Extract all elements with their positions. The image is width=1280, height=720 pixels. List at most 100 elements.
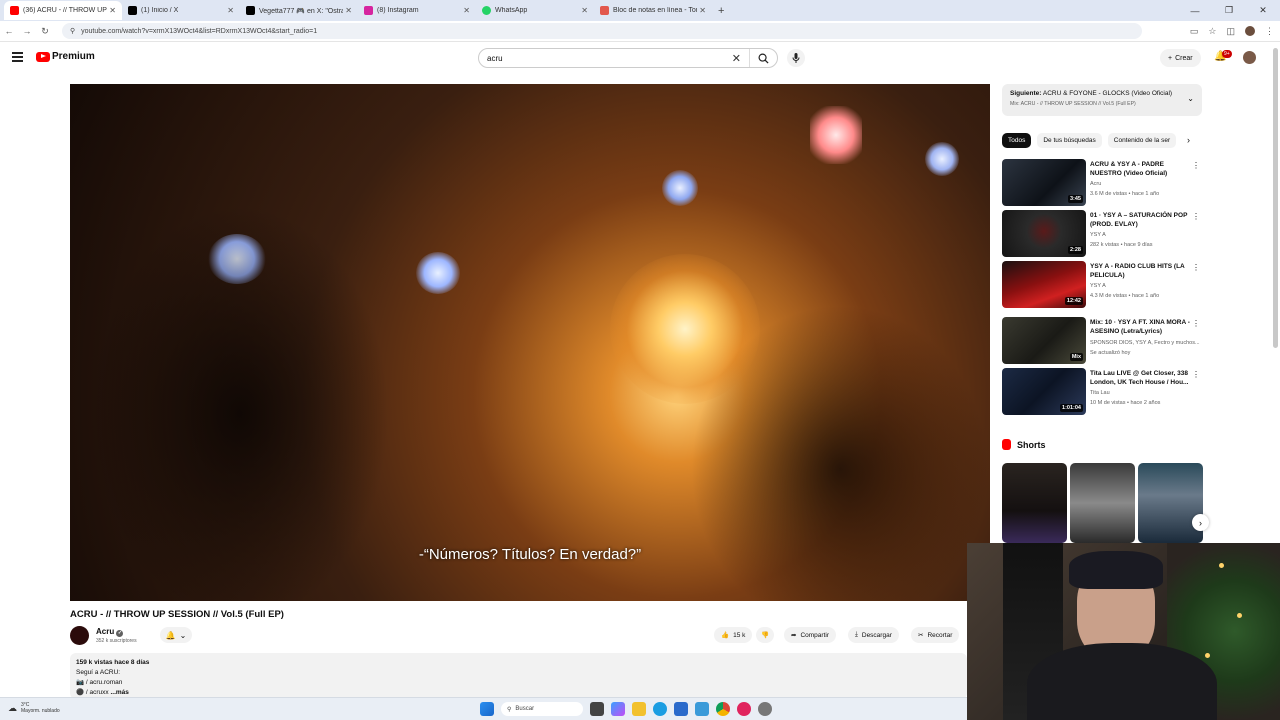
create-button[interactable]: + Crear bbox=[1160, 49, 1201, 67]
shorts-next-arrow-icon[interactable]: › bbox=[1192, 514, 1209, 531]
recommended-video[interactable]: 3:45 ACRU & YSY A - PADRE NUESTRO (Video… bbox=[1002, 159, 1202, 207]
profile-avatar-icon[interactable] bbox=[1245, 26, 1255, 36]
browser-tab-whatsapp[interactable]: WhatsApp ✕ bbox=[476, 1, 594, 20]
video-thumbnail[interactable]: Mix bbox=[1002, 317, 1086, 364]
channel-name-link[interactable]: Acru ✓ bbox=[96, 627, 124, 637]
maximize-icon[interactable]: ❐ bbox=[1212, 5, 1246, 16]
tab-close-icon[interactable]: ✕ bbox=[227, 6, 234, 15]
copilot-icon[interactable] bbox=[611, 702, 625, 716]
share-button[interactable]: ➦ Compartir bbox=[784, 627, 836, 643]
more-options-icon[interactable]: ⋮ bbox=[1192, 212, 1200, 221]
like-button[interactable]: 👍 15 k bbox=[714, 627, 753, 643]
more-options-icon[interactable]: ⋮ bbox=[1192, 161, 1200, 170]
settings-gear-icon[interactable] bbox=[758, 702, 772, 716]
tab-close-icon[interactable]: ✕ bbox=[109, 6, 116, 15]
short-thumbnail[interactable] bbox=[1002, 463, 1067, 543]
more-options-icon[interactable]: ⋮ bbox=[1192, 263, 1200, 272]
voice-search-mic-icon[interactable] bbox=[787, 49, 805, 67]
rec-channel[interactable]: YSY A bbox=[1090, 283, 1106, 289]
chevron-down-icon[interactable]: ⌄ bbox=[1187, 94, 1194, 103]
page-scrollbar[interactable] bbox=[1273, 48, 1278, 348]
search-button[interactable] bbox=[749, 49, 777, 67]
description-link[interactable]: 📷 / acru.roman bbox=[76, 678, 961, 688]
rec-title[interactable]: Mix: 10 · YSY A FT. XINA MORA - ASESINO … bbox=[1090, 318, 1194, 336]
rec-meta: Se actualizó hoy bbox=[1090, 350, 1131, 356]
up-next-playlist-panel[interactable]: Siguiente: ACRU & FOYONE - GLOCKS (Video… bbox=[1002, 84, 1202, 116]
video-thumbnail[interactable]: 1:01:04 bbox=[1002, 368, 1086, 415]
file-explorer-icon[interactable] bbox=[632, 702, 646, 716]
search-input[interactable]: acru bbox=[487, 54, 503, 63]
app-icon[interactable] bbox=[737, 702, 751, 716]
clear-search-icon[interactable]: ✕ bbox=[732, 52, 741, 65]
back-arrow-icon[interactable]: ← bbox=[0, 26, 18, 36]
rec-channel[interactable]: SPONSOR DIOS, YSY A, Fectro y muchos... bbox=[1090, 340, 1202, 346]
clip-button[interactable]: ✂ Recortar bbox=[911, 627, 960, 643]
recommended-video[interactable]: Mix Mix: 10 · YSY A FT. XINA MORA - ASES… bbox=[1002, 317, 1202, 365]
site-info-icon[interactable]: ⚲ bbox=[70, 27, 75, 35]
bookmark-star-icon[interactable]: ☆ bbox=[1208, 26, 1216, 37]
browser-tab-bloc-notas[interactable]: Bloc de notas en línea - Toma y ✕ bbox=[594, 1, 712, 20]
description-box[interactable]: 159 k vistas hace 8 días Seguí a ACRU: 📷… bbox=[70, 653, 967, 699]
chip-todos[interactable]: Todos bbox=[1002, 133, 1032, 148]
user-avatar[interactable] bbox=[1243, 51, 1256, 64]
rec-title[interactable]: ACRU & YSY A - PADRE NUESTRO (Video Ofic… bbox=[1090, 160, 1194, 178]
forward-arrow-icon[interactable]: → bbox=[18, 26, 36, 36]
tab-close-icon[interactable]: ✕ bbox=[463, 6, 470, 15]
youtube-premium-logo[interactable]: Premium bbox=[36, 51, 95, 62]
rec-channel[interactable]: YSY A bbox=[1090, 232, 1106, 238]
window-close-icon[interactable]: ✕ bbox=[1246, 5, 1280, 16]
browser-tab-x-inicio[interactable]: (1) Inicio / X ✕ bbox=[122, 1, 240, 20]
task-view-icon[interactable] bbox=[590, 702, 604, 716]
app-icon[interactable] bbox=[695, 702, 709, 716]
store-icon[interactable] bbox=[674, 702, 688, 716]
video-thumbnail[interactable]: 2:28 bbox=[1002, 210, 1086, 257]
recommended-video[interactable]: 1:01:04 Tita Lau LIVE @ Get Closer, 338 … bbox=[1002, 368, 1202, 416]
dislike-button[interactable]: 👎 bbox=[756, 627, 775, 643]
search-box[interactable]: acru ✕ bbox=[478, 48, 778, 68]
video-thumbnail[interactable]: 3:45 bbox=[1002, 159, 1086, 206]
hamburger-menu-icon[interactable] bbox=[12, 52, 23, 64]
channel-avatar[interactable] bbox=[70, 626, 89, 645]
address-bar[interactable]: ⚲ youtube.com/watch?v=xrmX13WOct4&list=R… bbox=[62, 23, 1142, 39]
browser-tab-instagram[interactable]: (8) Instagram ✕ bbox=[358, 1, 476, 20]
menu-dots-icon[interactable]: ⋮ bbox=[1265, 26, 1274, 37]
chevron-right-icon[interactable]: › bbox=[1187, 135, 1190, 145]
minimize-icon[interactable]: — bbox=[1178, 6, 1212, 16]
taskbar-search[interactable]: ⚲ Buscar bbox=[501, 702, 583, 716]
show-more-link[interactable]: ...más bbox=[110, 689, 128, 696]
sidepanel-icon[interactable]: ◫ bbox=[1226, 26, 1235, 37]
short-thumbnail[interactable] bbox=[1138, 463, 1203, 543]
rec-title[interactable]: 01 · YSY A – SATURACIÓN POP (PROD. EVLAY… bbox=[1090, 211, 1194, 229]
rec-title[interactable]: Tita Lau LIVE @ Get Closer, 338 London, … bbox=[1090, 369, 1194, 387]
tab-close-icon[interactable]: ✕ bbox=[699, 6, 706, 15]
weather-widget[interactable]: ☁ 3°C Mayorm. nublado bbox=[8, 702, 60, 714]
youtube-favicon-icon bbox=[10, 6, 19, 15]
reload-icon[interactable]: ↻ bbox=[36, 26, 54, 37]
browser-tab-x-vegetta[interactable]: Vegetta777 🎮 en X: "Ostra ✕ bbox=[240, 1, 358, 20]
browser-tab-youtube[interactable]: (36) ACRU - // THROW UP ✕ bbox=[4, 1, 122, 20]
recommended-video[interactable]: 12:42 YSY A - RADIO CLUB HITS (LA PELICU… bbox=[1002, 261, 1202, 309]
chip-de-tus-busquedas[interactable]: De tus búsquedas bbox=[1037, 133, 1102, 148]
subscribed-notification-button[interactable]: 🔔 ⌄ bbox=[160, 627, 192, 643]
rec-channel[interactable]: Acru bbox=[1090, 181, 1101, 187]
download-button[interactable]: ⤓ Descargar bbox=[848, 627, 899, 643]
windows-start-icon[interactable] bbox=[480, 702, 494, 716]
tab-close-icon[interactable]: ✕ bbox=[581, 6, 588, 15]
edge-icon[interactable] bbox=[653, 702, 667, 716]
more-options-icon[interactable]: ⋮ bbox=[1192, 319, 1200, 328]
tab-close-icon[interactable]: ✕ bbox=[345, 6, 352, 15]
cast-icon[interactable]: ▭ bbox=[1190, 26, 1199, 37]
new-tab-plus-icon[interactable]: + bbox=[718, 5, 724, 17]
video-thumbnail[interactable]: 12:42 bbox=[1002, 261, 1086, 308]
share-label: Compartir bbox=[800, 631, 829, 639]
rec-channel[interactable]: Tita Lau bbox=[1090, 390, 1110, 396]
description-link[interactable]: ⚫ / acruxx bbox=[76, 689, 109, 696]
chip-contenido[interactable]: Contenido de la ser bbox=[1107, 133, 1176, 148]
rec-title[interactable]: YSY A - RADIO CLUB HITS (LA PELICULA) bbox=[1090, 262, 1194, 280]
recommended-video[interactable]: 2:28 01 · YSY A – SATURACIÓN POP (PROD. … bbox=[1002, 210, 1202, 258]
video-player[interactable]: -“Números? Títulos? En verdad?” bbox=[70, 84, 990, 601]
chrome-icon[interactable] bbox=[716, 702, 730, 716]
more-options-icon[interactable]: ⋮ bbox=[1192, 370, 1200, 379]
short-thumbnail[interactable] bbox=[1070, 463, 1135, 543]
x-favicon-icon bbox=[128, 6, 137, 15]
